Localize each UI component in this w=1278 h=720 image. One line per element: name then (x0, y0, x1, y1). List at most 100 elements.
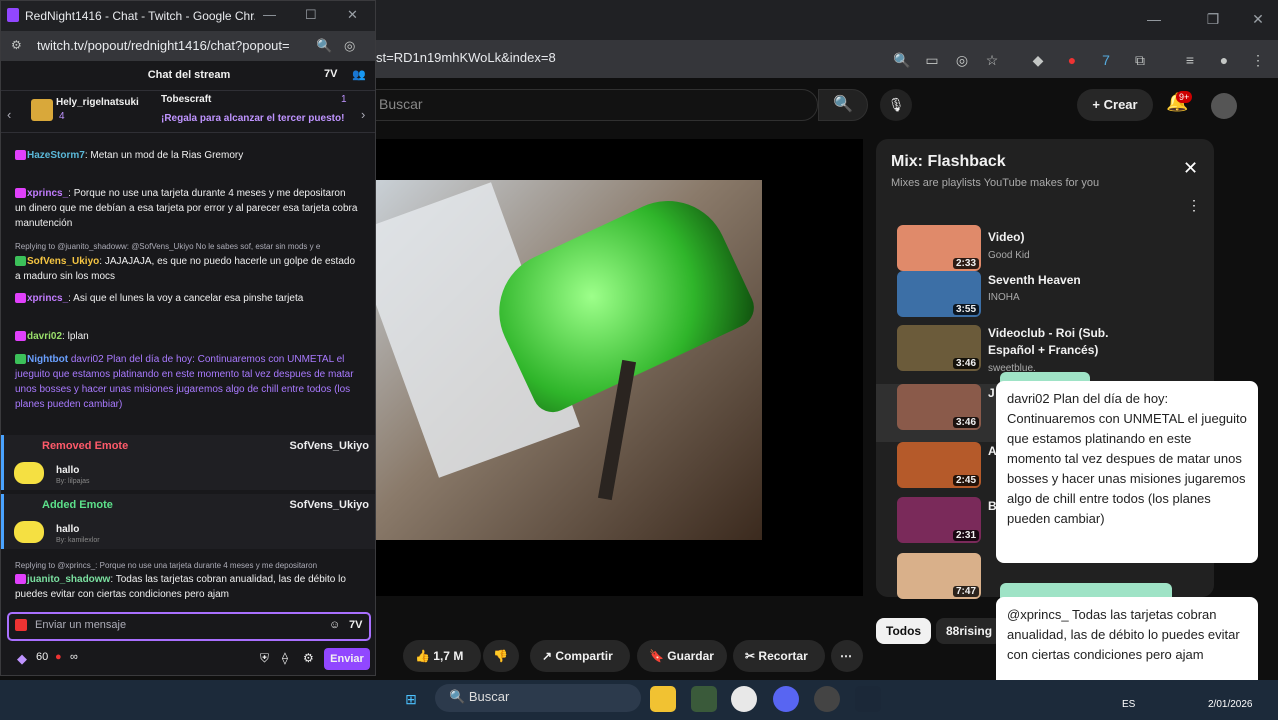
more-icon[interactable]: ⋮ (1187, 197, 1201, 214)
profile-icon[interactable]: ● (1214, 50, 1234, 70)
extension-icon[interactable]: ◆ (1028, 50, 1048, 70)
windows-start-icon[interactable]: ⊞ (398, 686, 424, 712)
share-button[interactable]: ↗ Compartir (530, 640, 630, 672)
taskbar-search-label: Buscar (468, 689, 510, 704)
reply-context[interactable]: Replying to @xprincs_: Porque no use una… (1, 558, 373, 573)
dislike-button[interactable]: 👎 (483, 640, 519, 672)
sub-badge (15, 188, 26, 199)
app-icon[interactable] (691, 686, 717, 712)
chat-text: Metan un mod de la Rias Gremory (90, 150, 244, 161)
share-icon: ↗ (542, 649, 553, 663)
channel-points-icon[interactable]: ◆ (17, 651, 27, 667)
chat-message[interactable]: HazeStorm7: Metan un mod de la Rias Grem… (1, 148, 373, 163)
twitch-icon (7, 8, 19, 22)
puzzle-icon[interactable]: ⧉ (1130, 50, 1150, 70)
mic-icon[interactable]: 🎙 (880, 89, 912, 121)
maximize-icon[interactable]: ☐ (305, 7, 317, 23)
chat-message[interactable]: davri02: lplan (1, 329, 373, 344)
event-user[interactable]: SofVens_Ukiyo (290, 499, 369, 511)
chat-username[interactable]: Nightbot (27, 354, 68, 365)
bookmark-icon: 🔖 (649, 649, 664, 663)
chat-username[interactable]: davri02 (27, 331, 62, 342)
chat-message[interactable]: xprincs_: Asi que el lunes la voy a canc… (1, 291, 373, 306)
site-info-icon[interactable]: ⚙ (11, 38, 22, 52)
avatar[interactable] (1211, 93, 1237, 119)
playlist-title: Mix: Flashback (891, 153, 1006, 170)
mod-badge (15, 354, 26, 365)
clip-button[interactable]: ✂ Recortar (733, 640, 825, 672)
settings-icon[interactable]: ⚙ (303, 651, 314, 665)
chrome-icon[interactable] (731, 686, 757, 712)
chat-username[interactable]: HazeStorm7 (27, 150, 85, 161)
steam-icon[interactable] (855, 686, 881, 712)
playlist-icon[interactable]: ≡ (1180, 50, 1200, 70)
send-button[interactable]: Enviar (324, 648, 370, 670)
record-extension-icon[interactable]: ● (1062, 50, 1082, 70)
chat-input[interactable]: Enviar un mensaje (7, 612, 371, 641)
minimize-icon[interactable]: — (263, 7, 276, 22)
seventv-icon[interactable]: 7V (349, 619, 362, 631)
close-icon[interactable]: ✕ (347, 7, 358, 23)
like-button[interactable]: 👍 1,7 M (403, 640, 481, 672)
chat-username[interactable]: xprincs_ (27, 293, 68, 304)
seventv-icon[interactable]: 7V (324, 68, 337, 80)
taskbar-search[interactable]: 🔍 Buscar (435, 684, 641, 712)
create-button[interactable]: + Crear (1077, 89, 1153, 121)
gifter-name: Hely_rigelnatsuki (56, 97, 139, 108)
chevron-right-icon[interactable]: › (361, 107, 365, 122)
chat-username[interactable]: SofVens_Ukiyo (27, 256, 99, 267)
eye-off-icon[interactable]: ◎ (952, 50, 972, 70)
chat-message[interactable]: xprincs_: Porque no use una tarjeta dura… (1, 186, 373, 231)
seventv-icon[interactable]: 7 (1096, 50, 1116, 70)
file-explorer-icon[interactable] (650, 686, 676, 712)
star-icon[interactable]: ☆ (982, 50, 1002, 70)
search-icon[interactable]: 🔍 (818, 89, 868, 121)
save-button[interactable]: 🔖 Guardar (637, 640, 727, 672)
close-icon[interactable]: ✕ (1238, 8, 1278, 30)
background-url[interactable]: st=RD1n19mhKWoLk&index=8 (376, 50, 556, 65)
filter-pill[interactable]: 88rising (936, 618, 1003, 644)
points-icon[interactable]: ● (55, 651, 62, 663)
event-user[interactable]: SofVens_Ukiyo (290, 440, 369, 452)
sub-badge (15, 293, 26, 304)
discord-icon[interactable] (773, 686, 799, 712)
chat-username[interactable]: juanito_shadoww (27, 574, 110, 585)
duration: 2:33 (953, 258, 980, 269)
emote-image (14, 521, 44, 543)
save-label: Guardar (667, 649, 714, 663)
maximize-icon[interactable]: ❐ (1193, 8, 1233, 30)
event-title: Removed Emote (42, 440, 129, 452)
users-icon[interactable]: 👥 (352, 68, 366, 81)
zoom-icon[interactable]: 🔍 (316, 38, 332, 54)
emote-picker-icon[interactable]: ☺ (329, 619, 340, 631)
chat-message[interactable]: SofVens_Ukiyo: JAJAJAJA, es que no puedo… (1, 254, 373, 284)
chat-message[interactable]: juanito_shadoww: Todas las tarjetas cobr… (1, 572, 373, 602)
language-indicator[interactable]: ES (1122, 699, 1135, 710)
eye-off-icon[interactable]: ◎ (344, 38, 355, 54)
menu-icon[interactable]: ⋮ (1248, 50, 1268, 70)
close-icon[interactable]: ✕ (1183, 158, 1198, 179)
chat-message[interactable]: Nightbot davri02 Plan del día de hoy: Co… (1, 352, 373, 412)
more-actions-button[interactable]: ⋯ (831, 640, 863, 672)
chat-username[interactable]: xprincs_ (27, 188, 68, 199)
chat-url[interactable]: twitch.tv/popout/rednight1416/chat?popou… (37, 38, 307, 53)
stats-icon[interactable]: ⟠ (282, 651, 288, 665)
reply-context[interactable]: Replying to @juanito_shadoww: @SofVens_U… (1, 239, 373, 254)
minimize-icon[interactable]: — (1134, 8, 1174, 30)
search-input[interactable]: Buscar (370, 89, 818, 121)
overlay-chat-card: davri02 Plan del día de hoy: Continuarem… (996, 381, 1258, 563)
cast-icon[interactable]: ▭ (922, 50, 942, 70)
gift-icon (31, 99, 53, 121)
filter-pill[interactable]: Todos (876, 618, 932, 644)
event-title: Added Emote (42, 499, 113, 511)
zoom-icon[interactable]: 🔍 (892, 50, 912, 70)
shield-icon[interactable]: ⛨ (260, 651, 269, 666)
playlist-item[interactable]: 3:55 Seventh Heaven INOHA (876, 271, 1202, 329)
record-icon[interactable] (15, 619, 27, 631)
clock-date[interactable]: 2/01/2026 (1208, 699, 1253, 710)
chevron-left-icon[interactable]: ‹ (7, 107, 11, 122)
duration: 3:46 (953, 417, 980, 428)
emote-author: By: kamilexlor (56, 537, 100, 544)
obs-icon[interactable] (814, 686, 840, 712)
gift-promo[interactable]: ¡Regala para alcanzar el tercer puesto! (161, 113, 344, 124)
